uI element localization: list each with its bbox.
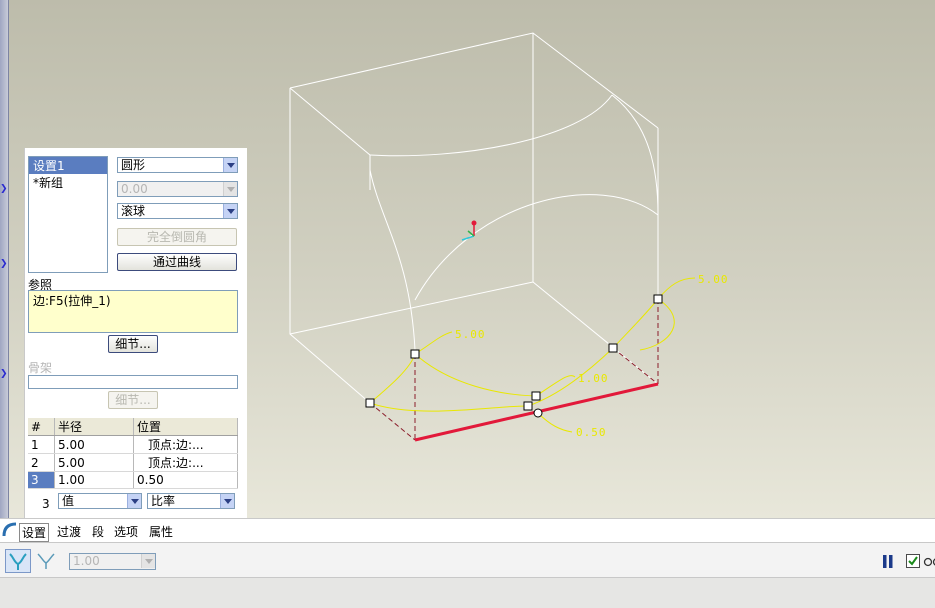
full-round-button: 完全倒圆角 xyxy=(117,228,237,246)
row-number: 1 xyxy=(28,436,55,454)
radius-cell[interactable]: 5.00 xyxy=(55,436,134,454)
preview-checkbox[interactable] xyxy=(906,554,920,568)
row-number: 3 xyxy=(28,472,55,489)
radius-combo: 0.00 xyxy=(117,181,238,197)
coordinate-triad-icon xyxy=(462,221,477,241)
reference-collector[interactable]: 边:F5(拉伸_1) xyxy=(28,290,238,333)
radius-value-combo: 1.00 xyxy=(69,553,156,570)
dashed-edges xyxy=(370,299,658,440)
chevron-down-icon[interactable] xyxy=(223,204,237,218)
tab-properties[interactable]: 属性 xyxy=(149,523,173,540)
value-combo[interactable]: 值 xyxy=(58,493,142,509)
row-index: 3 xyxy=(42,497,50,511)
list-item[interactable]: 设置1 xyxy=(29,157,107,174)
radius-cell[interactable]: 5.00 xyxy=(55,454,134,472)
chevron-down-icon xyxy=(223,182,237,196)
chevron-right-icon[interactable]: ❯ xyxy=(0,260,8,269)
pause-icon[interactable] xyxy=(882,555,894,568)
dimension-label[interactable]: 0.50 xyxy=(576,426,607,439)
ratio-combo[interactable]: 比率 xyxy=(147,493,235,509)
table-header: 位置 xyxy=(134,418,238,436)
cube-wireframe xyxy=(290,33,658,403)
transition-mode-button[interactable] xyxy=(35,550,57,572)
chevron-down-icon[interactable] xyxy=(223,158,237,172)
table-header: # xyxy=(28,418,55,436)
dashboard-toolbar: 1.00 xyxy=(0,542,935,578)
dimension-label[interactable]: 1.00 xyxy=(578,372,609,385)
chevron-down-icon[interactable] xyxy=(127,494,141,508)
ratio-combo-value: 比率 xyxy=(151,494,175,508)
spine-collector xyxy=(28,375,238,389)
left-edge-bar: ❯ ❯ ❯ xyxy=(0,0,9,518)
location-cell[interactable]: 0.50 xyxy=(134,472,238,489)
method-combo[interactable]: 滚球 xyxy=(117,203,238,219)
dimension-label[interactable]: 5.00 xyxy=(698,273,729,286)
table-header: 半径 xyxy=(55,418,134,436)
value-combo-value: 值 xyxy=(62,494,74,508)
glasses-icon[interactable] xyxy=(923,554,935,568)
tab-settings[interactable]: 设置 xyxy=(19,523,49,542)
row-number: 2 xyxy=(28,454,55,472)
location-cell[interactable]: 顶点:边:... xyxy=(134,436,238,454)
location-cell[interactable]: 顶点:边:... xyxy=(134,454,238,472)
reference-value[interactable]: 边:F5(拉伸_1) xyxy=(33,294,111,308)
radius-combo-value: 0.00 xyxy=(121,182,148,196)
tab-pieces[interactable]: 段 xyxy=(92,523,104,540)
table-row[interactable]: 2 5.00 顶点:边:... xyxy=(28,454,238,472)
table-row[interactable]: 1 5.00 顶点:边:... xyxy=(28,436,238,454)
spine-label: 骨架 xyxy=(28,359,52,376)
details-button[interactable]: 细节... xyxy=(108,335,158,353)
round-feature-icon xyxy=(2,522,18,541)
transition-mode-icon xyxy=(35,550,57,572)
drag-handles xyxy=(366,295,662,417)
sets-list[interactable]: 设置1 *新组 xyxy=(28,156,108,273)
method-combo-value: 滚球 xyxy=(121,204,145,218)
tab-options[interactable]: 选项 xyxy=(114,523,138,540)
radius-table[interactable]: # 半径 位置 1 5.00 顶点:边:... 2 5.00 顶点:边:... … xyxy=(28,418,238,489)
chevron-right-icon[interactable]: ❯ xyxy=(0,185,8,194)
settings-panel: 设置1 *新组 圆形 0.00 滚球 完全倒圆角 通过曲线 参照 边:F5(拉伸… xyxy=(24,148,247,518)
dashboard-tabs: 设置 过渡 段 选项 属性 xyxy=(0,518,935,543)
check-icon xyxy=(907,555,919,567)
shape-combo[interactable]: 圆形 xyxy=(117,157,238,173)
through-curve-button[interactable]: 通过曲线 xyxy=(117,253,237,271)
chevron-right-icon[interactable]: ❯ xyxy=(0,370,8,379)
set-mode-button[interactable] xyxy=(5,549,31,573)
chevron-down-icon[interactable] xyxy=(220,494,234,508)
status-bar xyxy=(0,577,935,608)
spine-details-button: 细节... xyxy=(108,391,158,409)
dimension-label[interactable]: 5.00 xyxy=(455,328,486,341)
list-item[interactable]: *新组 xyxy=(29,174,107,191)
chevron-down-icon xyxy=(141,554,155,568)
shape-combo-value: 圆形 xyxy=(121,158,145,172)
table-row[interactable]: 3 1.00 0.50 xyxy=(28,472,238,489)
radius-cell[interactable]: 1.00 xyxy=(55,472,134,489)
set-mode-icon xyxy=(6,550,30,572)
tab-transitions[interactable]: 过渡 xyxy=(57,523,81,540)
radius-value: 1.00 xyxy=(73,554,100,568)
